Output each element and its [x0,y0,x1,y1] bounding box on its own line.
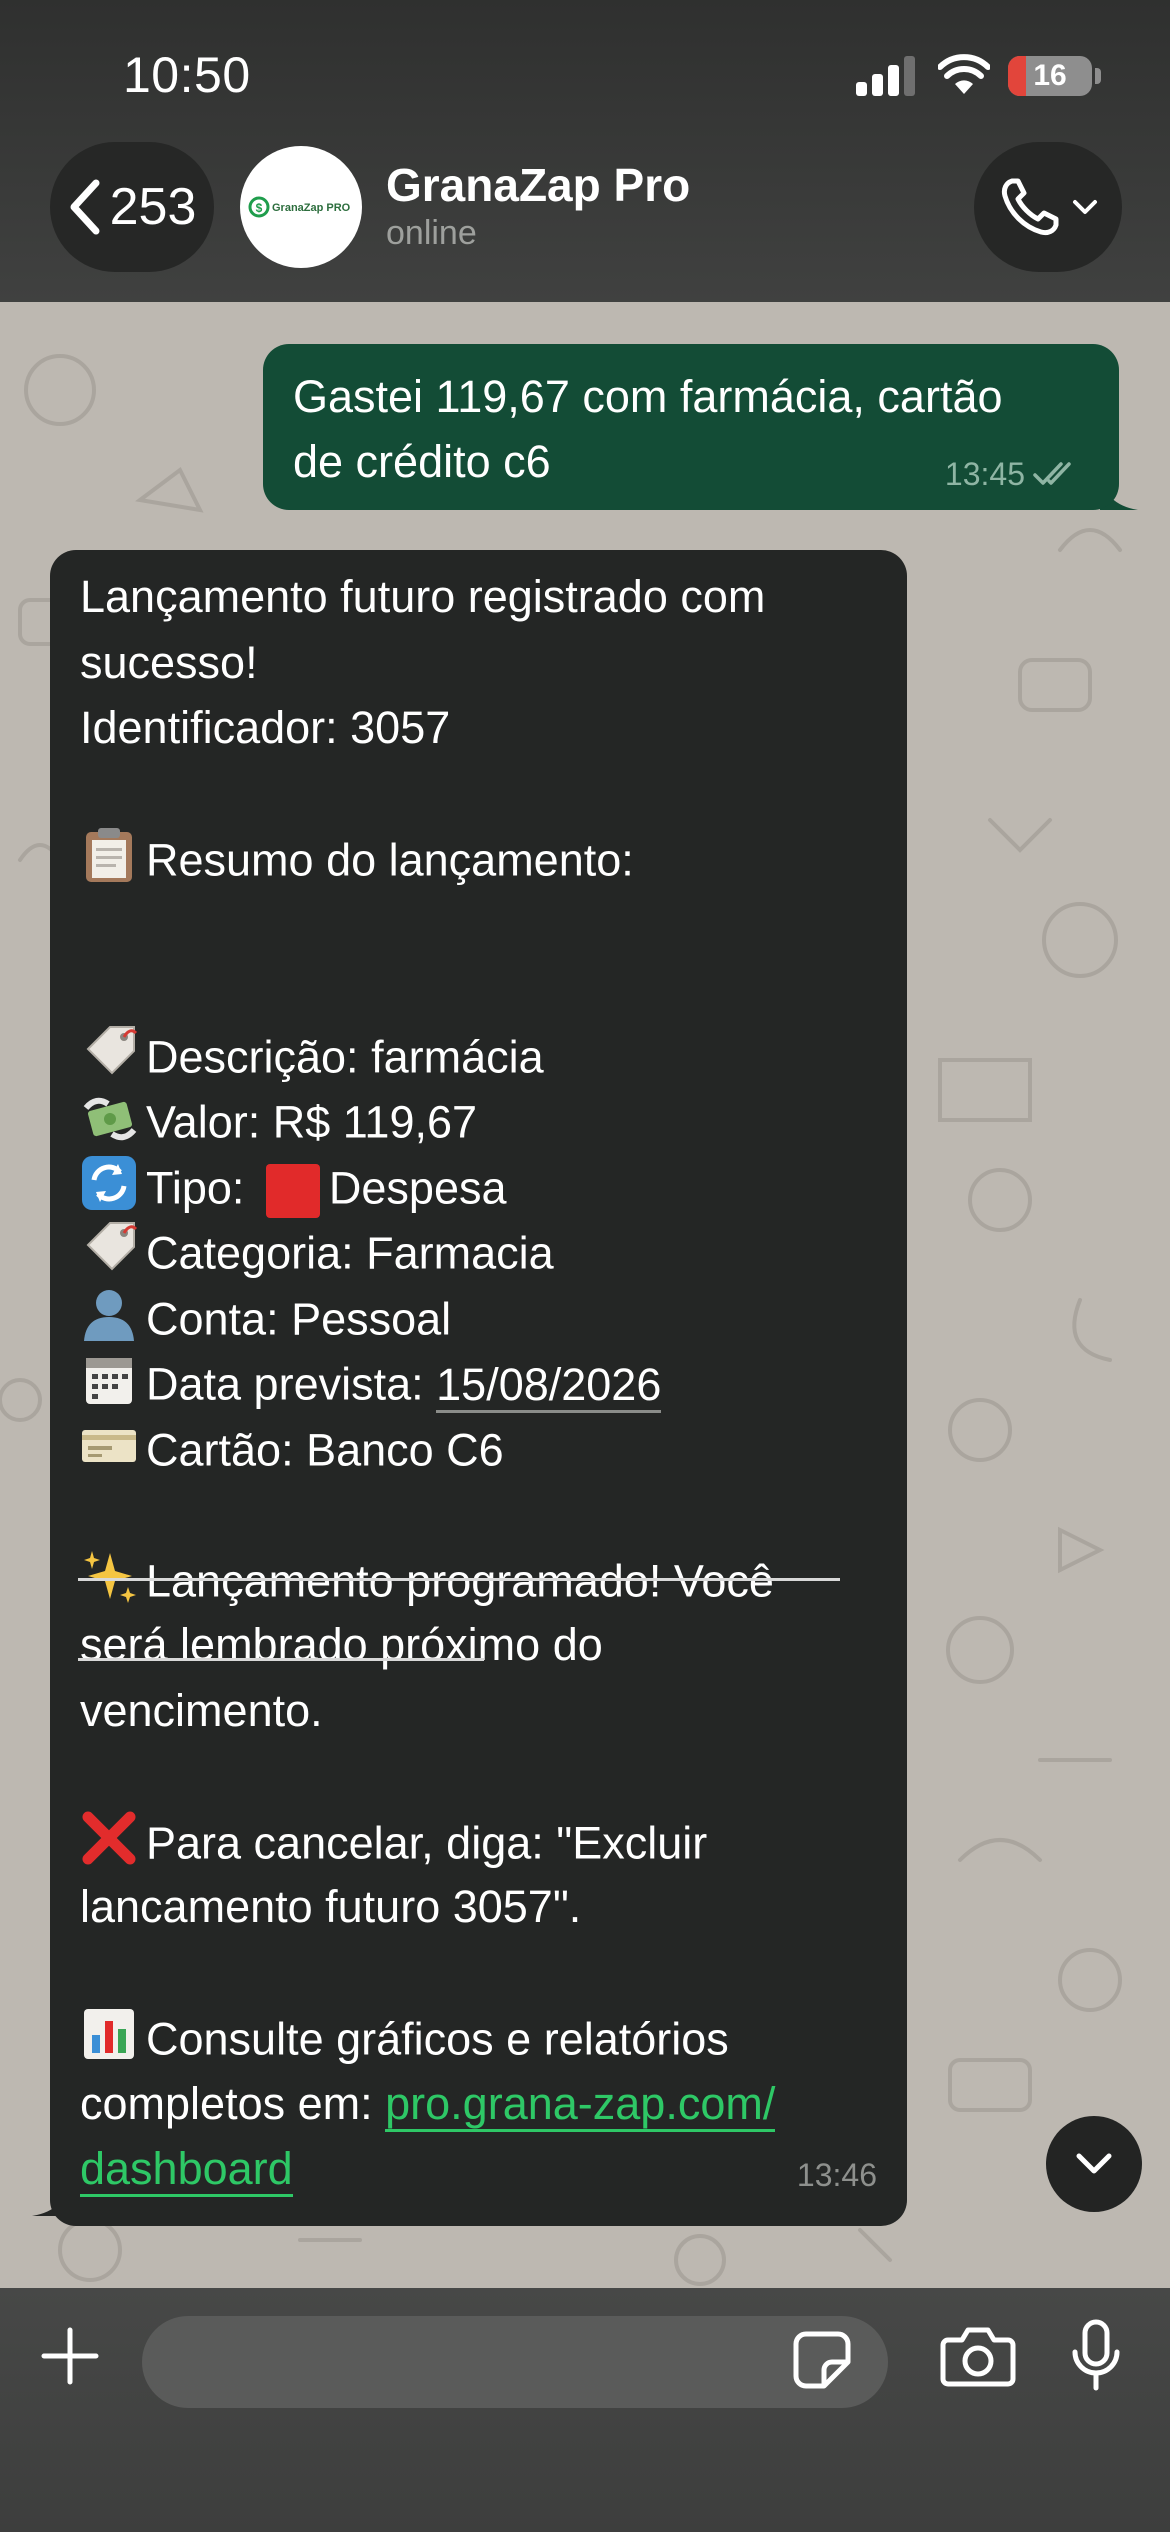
divider-line [78,1578,840,1581]
credit-card-icon [80,1416,146,1492]
chevron-down-icon [1073,200,1097,214]
dashboard-link-continued[interactable]: dashboard [80,2143,293,2197]
battery-indicator: 16 [1008,56,1092,96]
message-outgoing[interactable]: Gastei 119,67 com farmácia, cartão de cr… [263,344,1119,510]
red-square-icon [265,1164,320,1219]
svg-text:$: $ [256,201,263,215]
summary-heading: Resumo do lançamento: [80,826,879,892]
user-silhouette-icon [80,1285,146,1361]
repeat-icon [80,1154,146,1230]
sticker-icon[interactable] [792,2330,852,2390]
chat-screen: 10:50 16 253 $ GranaZap PRO GranaZap Pro… [0,0,1170,2532]
unread-count: 253 [109,178,197,236]
camera-icon[interactable] [940,2324,1016,2388]
status-time: 10:50 [123,47,251,103]
cancel-line: Para cancelar, diga: "Excluir [80,1809,879,1875]
plus-icon[interactable] [40,2326,100,2386]
field-descricao: Descrição: farmácia [80,1023,879,1089]
scroll-down-button[interactable] [1046,2116,1142,2212]
dashboard-link[interactable]: pro.grana-zap.com/ [385,2077,776,2132]
message-text-line: Identificador: 3057 [80,702,451,753]
message-time: 13:46 [796,2156,877,2193]
report-link-line-2: dashboard [80,2136,879,2202]
message-text-line: Lançamento futuro registrado com [80,571,766,622]
report-link-line: completos em: pro.grana-zap.com/ [80,2071,879,2137]
message-text-line: lancamento futuro 3057". [80,1881,582,1932]
message-text-line: Gastei 119,67 com farmácia, cartão [293,371,1003,422]
contact-name[interactable]: GranaZap Pro [386,158,690,212]
wifi-icon [938,54,990,94]
mic-icon[interactable] [1070,2318,1122,2394]
report-line: Consulte gráficos e relatórios [80,2005,879,2071]
svg-text:GranaZap PRO: GranaZap PRO [272,202,351,214]
cross-mark-icon [80,1809,146,1885]
contact-status: online [386,214,477,252]
tag-icon [80,1023,146,1099]
message-text-line: será lembrado próximo do [80,1619,603,1670]
sparkles-icon [80,1547,146,1623]
calendar-icon [80,1350,146,1426]
field-conta: Conta: Pessoal [80,1285,879,1351]
money-wings-icon [80,1088,146,1164]
message-time: 13:45 [944,456,1025,492]
clipboard-icon [80,826,146,902]
field-cartao: Cartão: Banco C6 [80,1416,879,1482]
bar-chart-icon [80,2005,146,2081]
back-chevron-icon [70,179,100,235]
message-input[interactable] [142,2316,888,2408]
read-receipt-icon [1033,462,1071,485]
call-button[interactable] [974,142,1122,272]
back-button[interactable]: 253 [50,142,214,272]
message-text-line: vencimento. [80,1684,323,1736]
scroll-down-icon [1076,2153,1112,2174]
phone-icon [1001,178,1059,236]
field-tipo: Tipo: Despesa [80,1154,879,1220]
message-text-line: sucesso! [80,636,258,688]
message-meta: 13:45 [945,454,1081,494]
avatar[interactable]: $ GranaZap PRO [240,146,362,268]
granazap-logo: $ GranaZap PRO [248,196,351,218]
message-incoming[interactable]: Lançamento futuro registrado com sucesso… [50,550,907,2226]
field-valor: Valor: R$ 119,67 [80,1088,879,1154]
date-link[interactable]: 15/08/2026 [436,1358,662,1413]
divider-line [78,1658,484,1661]
field-data-prevista: Data prevista: 15/08/2026 [80,1350,879,1416]
field-categoria: Categoria: Farmacia [80,1219,879,1285]
tag-icon [80,1219,146,1295]
cellular-signal-icon [856,56,915,96]
